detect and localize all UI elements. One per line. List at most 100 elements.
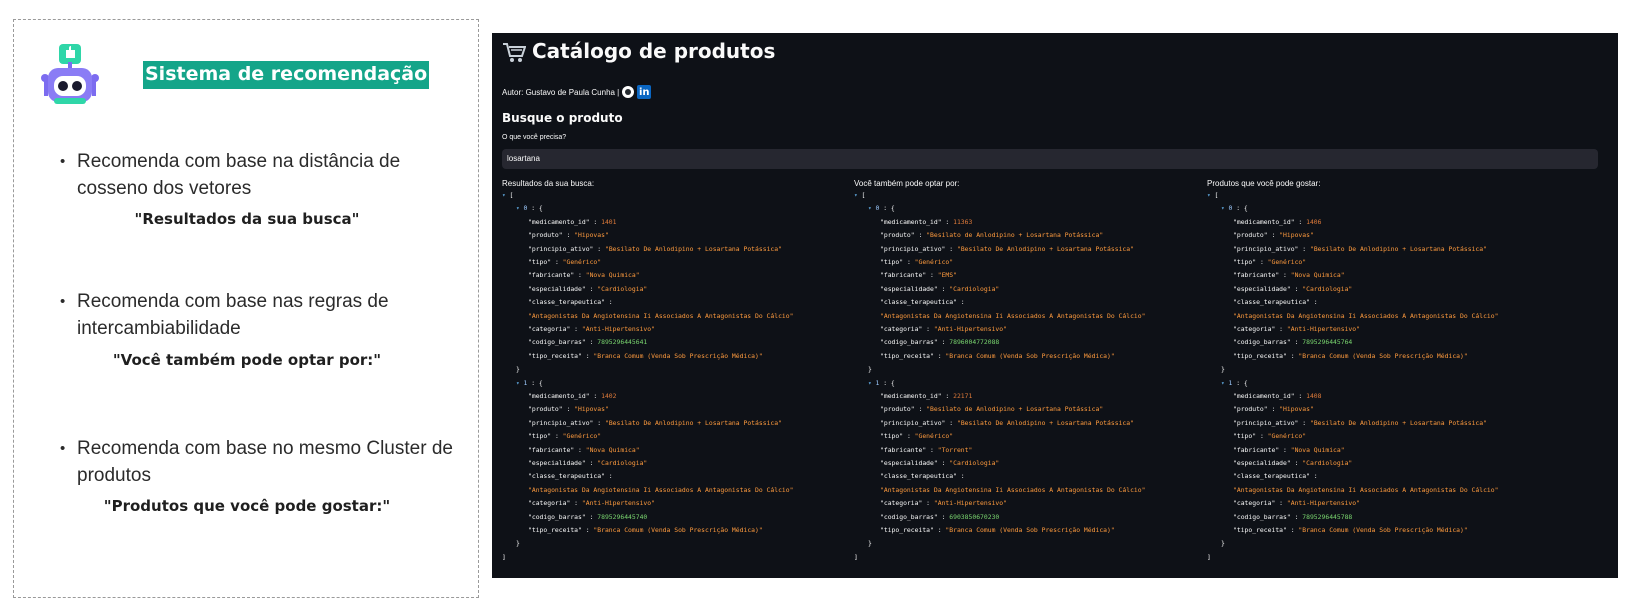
robot-icon xyxy=(41,44,99,104)
json-key: "medicamento_id" xyxy=(1233,392,1295,400)
expand-toggle-icon[interactable]: ▾ xyxy=(516,380,520,387)
expand-toggle-icon[interactable]: ▾ xyxy=(868,380,872,387)
json-key: "especialidade" xyxy=(880,284,938,293)
json-value: "Anti-Hipertensivo" xyxy=(581,499,655,508)
expand-toggle-icon[interactable]: ▾ xyxy=(502,192,506,199)
bullet-text: Recomenda com base nas regras de interca… xyxy=(77,291,389,339)
json-value: "Besilato de Anlodipino + Losartana Potá… xyxy=(926,405,1104,414)
json-value: 7895296445740 xyxy=(597,512,648,521)
json-value: "Cardiologia" xyxy=(949,284,1000,293)
json-key: "produto" xyxy=(528,405,563,414)
json-key: "tipo_receita" xyxy=(1233,351,1287,360)
json-value: "Hipovas" xyxy=(1279,405,1314,414)
linkedin-icon[interactable]: in xyxy=(637,85,652,99)
json-key: "produto" xyxy=(1233,231,1268,240)
json-value: "Branca Comum (Venda Sob Prescrição Médi… xyxy=(945,526,1115,534)
json-key: "tipo" xyxy=(880,432,904,441)
section-heading: Busque o produto xyxy=(502,111,623,125)
json-value: "Anti-Hipertensivo" xyxy=(1286,325,1360,333)
json-key: "tipo" xyxy=(1233,432,1257,441)
json-value: "Nova Quimica" xyxy=(1290,445,1345,454)
json-value: "Hipovas" xyxy=(574,405,609,414)
bullet-text: Recomenda com base na distância de cosse… xyxy=(77,151,401,199)
json-value: "Branca Comum (Venda Sob Prescrição Médi… xyxy=(593,351,763,360)
json-value: "Branca Comum (Venda Sob Prescrição Médi… xyxy=(1298,526,1468,534)
json-value: "Genérico" xyxy=(562,432,602,441)
json-key: "codigo_barras" xyxy=(1233,512,1291,521)
json-value: 1406 xyxy=(1306,217,1322,226)
app-title-text: Catálogo de produtos xyxy=(532,39,776,63)
json-value: 7895296445641 xyxy=(597,338,648,347)
expand-toggle-icon[interactable]: ▾ xyxy=(854,192,858,199)
json-key: "classe_terapeutica" xyxy=(528,298,605,307)
json-key: "especialidade" xyxy=(1233,284,1291,293)
json-value: "Antagonistas Da Angiotensina Ii Associa… xyxy=(880,485,1146,494)
suggestions-column-label: Produtos que você pode gostar: xyxy=(1207,179,1321,188)
json-key: "fabricante" xyxy=(528,445,575,454)
explanation-panel: Sistema de recomendação • Recomenda com … xyxy=(13,19,479,598)
expand-toggle-icon[interactable]: ▾ xyxy=(1207,192,1211,199)
json-key: "tipo_receita" xyxy=(528,351,582,360)
json-key: "codigo_barras" xyxy=(1233,338,1291,347)
json-value: "Antagonistas Da Angiotensina Ii Associa… xyxy=(528,485,794,494)
expand-toggle-icon[interactable]: ▾ xyxy=(1221,380,1225,387)
json-value: 1402 xyxy=(601,392,617,400)
array-index: 1 xyxy=(875,378,880,387)
json-value: "Antagonistas Da Angiotensina Ii Associa… xyxy=(528,311,794,320)
json-key: "tipo_receita" xyxy=(880,526,934,534)
json-value: "Anti-Hipertensivo" xyxy=(581,325,655,333)
json-key: "codigo_barras" xyxy=(880,338,938,347)
json-key: "medicamento_id" xyxy=(880,392,942,400)
json-key: "principio_ativo" xyxy=(880,244,946,253)
json-key: "tipo_receita" xyxy=(880,351,934,360)
json-value: "Cardiologia" xyxy=(1302,459,1353,467)
author-text: Autor: Gustavo de Paula Cunha | xyxy=(502,87,620,97)
json-key: "fabricante" xyxy=(1233,271,1280,280)
json-value: 7896004772088 xyxy=(949,338,1000,347)
json-key: "categoria" xyxy=(528,325,571,333)
json-value: 7895296445788 xyxy=(1302,512,1353,521)
shopping-cart-icon xyxy=(503,42,526,62)
json-key: "classe_terapeutica" xyxy=(1233,472,1310,481)
expand-toggle-icon[interactable]: ▾ xyxy=(516,205,520,212)
json-key: "tipo" xyxy=(880,258,904,266)
json-value: "Hipovas" xyxy=(1279,231,1314,240)
json-key: "especialidade" xyxy=(528,284,586,293)
json-value: "Besilato De Anlodipino + Losartana Potá… xyxy=(1309,418,1487,427)
bullet-glyph: • xyxy=(60,440,66,457)
json-key: "codigo_barras" xyxy=(528,338,586,347)
json-value: "Nova Quimica" xyxy=(585,271,640,280)
json-key: "classe_terapeutica" xyxy=(528,472,605,481)
expand-toggle-icon[interactable]: ▾ xyxy=(1221,205,1225,212)
json-key: "principio_ativo" xyxy=(528,244,594,253)
json-value: "Besilato De Anlodipino + Losartana Potá… xyxy=(1309,244,1487,253)
json-key: "categoria" xyxy=(528,499,571,508)
json-key: "classe_terapeutica" xyxy=(880,298,957,307)
json-value: "Genérico" xyxy=(562,258,602,266)
json-key: "categoria" xyxy=(880,499,923,508)
json-key: "principio_ativo" xyxy=(1233,244,1299,253)
array-index: 1 xyxy=(523,378,528,387)
json-value: "Besilato de Anlodipino + Losartana Potá… xyxy=(926,231,1104,240)
expand-toggle-icon[interactable]: ▾ xyxy=(868,205,872,212)
github-icon[interactable] xyxy=(622,86,635,98)
search-input[interactable]: losartana xyxy=(502,149,1598,169)
json-key: "especialidade" xyxy=(1233,459,1291,467)
json-value: "Hipovas" xyxy=(574,231,609,240)
json-value: 22171 xyxy=(953,392,973,400)
array-index: 0 xyxy=(523,204,528,213)
bullet-item: • Recomenda com base na distância de cos… xyxy=(60,148,460,202)
json-key: "medicamento_id" xyxy=(880,217,942,226)
json-value: "Branca Comum (Venda Sob Prescrição Médi… xyxy=(945,351,1115,360)
bullet-caption: "Produtos que você pode gostar:" xyxy=(103,497,391,515)
json-value: "Nova Quimica" xyxy=(585,445,640,454)
json-key: "categoria" xyxy=(1233,325,1276,333)
json-value: "Antagonistas Da Angiotensina Ii Associa… xyxy=(1233,485,1499,494)
json-key: "produto" xyxy=(1233,405,1268,414)
json-value: 6903850670230 xyxy=(949,512,1000,521)
bullet-caption: "Você também pode optar por:" xyxy=(112,351,382,369)
json-key: "principio_ativo" xyxy=(528,418,594,427)
json-value: "Genérico" xyxy=(1267,258,1307,266)
json-key: "produto" xyxy=(880,405,915,414)
json-key: "fabricante" xyxy=(880,445,927,454)
